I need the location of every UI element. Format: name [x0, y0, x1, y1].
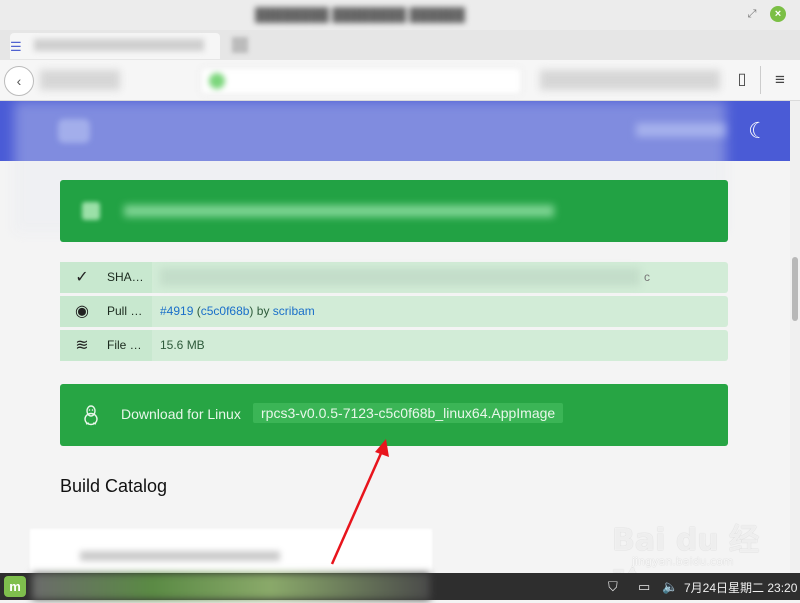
page-scrollbar[interactable]	[790, 101, 800, 573]
page-viewport: ☾ ✓ SHA… c ◉ Pull … #4919 (c5c0f68b) by …	[0, 101, 800, 573]
new-tab-button[interactable]	[232, 37, 248, 53]
taskbar: m ⛉ ▭ 🔈 7月24日星期二 23:20	[0, 573, 800, 600]
taskbar-apps-blurred[interactable]	[32, 573, 430, 600]
watermark-url: jingyan.baidu.com	[632, 555, 734, 568]
window-titlebar: ████████ ████████ ██████ ⤢ ×	[0, 0, 800, 31]
sidebar-toggle-icon[interactable]: ▯	[732, 70, 752, 90]
back-button[interactable]: ‹	[4, 66, 34, 96]
url-bar[interactable]	[200, 67, 522, 95]
linux-mint-menu-icon[interactable]: m	[4, 576, 26, 597]
toolbar-divider	[760, 66, 761, 94]
shield-icon[interactable]: ⛉	[608, 578, 618, 596]
clipboard-icon[interactable]: ▭	[638, 578, 650, 596]
baidu-watermark: Bai du 经验 jingyan.baidu.com	[612, 515, 782, 602]
toolbar-icons-blurred[interactable]	[540, 70, 720, 90]
menu-icon[interactable]: ≡	[770, 70, 790, 90]
secure-lock-icon	[209, 73, 225, 89]
window-title-blurred: ████████ ████████ ██████	[255, 7, 465, 22]
annotation-arrow	[330, 439, 389, 565]
clock[interactable]: 7月24日星期二 23:20	[684, 579, 797, 596]
restore-window-button[interactable]: ⤢	[744, 6, 760, 22]
tab-title-blurred	[34, 39, 204, 51]
navigation-bar: ‹ ▯ ≡	[0, 60, 800, 101]
close-window-button[interactable]: ×	[770, 6, 786, 22]
nav-buttons-blurred[interactable]	[40, 70, 120, 90]
browser-tab[interactable]: ☰	[10, 33, 220, 59]
volume-icon[interactable]: 🔈	[662, 578, 678, 596]
tab-strip: ☰	[0, 30, 800, 60]
scrollbar-thumb[interactable]	[792, 257, 798, 321]
hamburger-icon: ☰	[10, 39, 22, 54]
